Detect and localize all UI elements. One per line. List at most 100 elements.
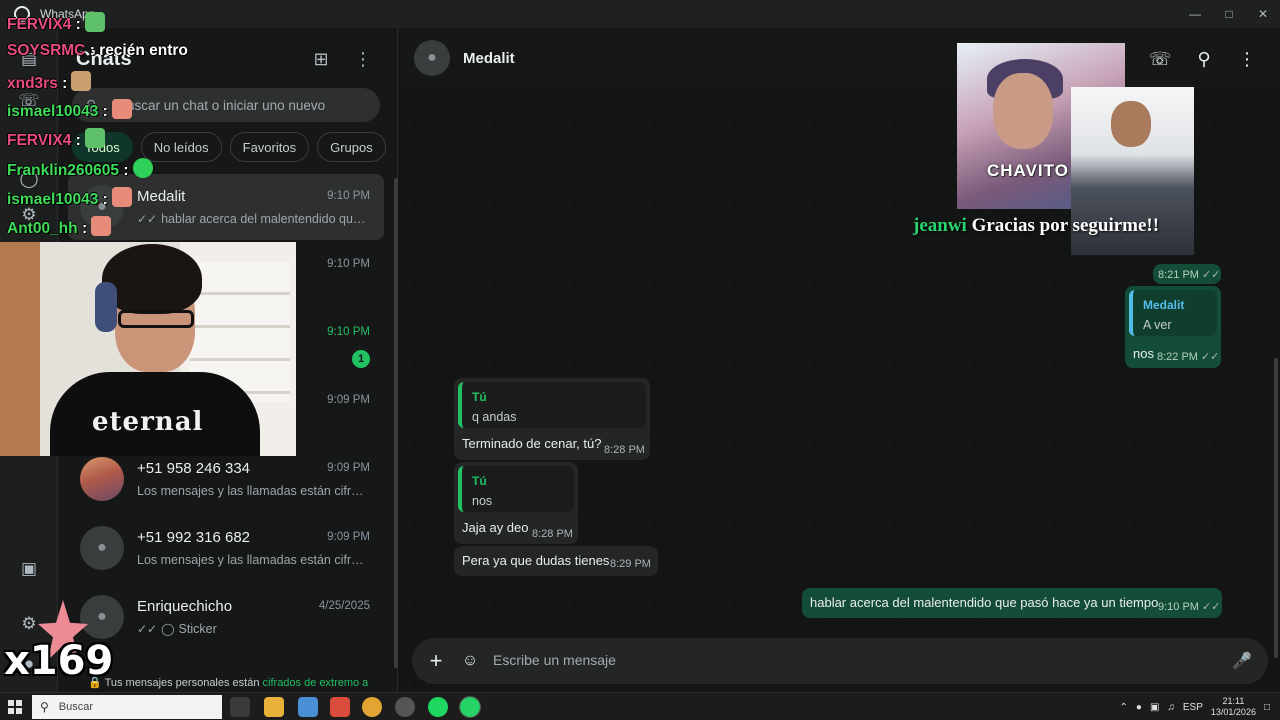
emote-icon — [111, 187, 132, 207]
avatar: ● — [80, 526, 124, 570]
obs-icon[interactable] — [395, 697, 415, 717]
minimize-button[interactable]: — — [1178, 0, 1212, 28]
double-check-icon: ✓✓ — [1201, 269, 1221, 281]
overlay-user: ismael10043 — [7, 103, 99, 120]
overlay-user: ismael10043 — [7, 191, 99, 208]
sticker-overlay: x169 — [0, 600, 113, 700]
follow-alert: CHAVITO jeanwi Gracias por seguirme!! — [913, 43, 1195, 255]
app-icon[interactable] — [330, 697, 350, 717]
message-text: Terminado de cenar, tú? — [462, 436, 602, 451]
message-time: 8:28 PM — [532, 528, 573, 540]
emote-icon — [111, 99, 132, 119]
close-button[interactable]: ✕ — [1246, 0, 1280, 28]
quote-author: Tú — [472, 390, 487, 404]
message-input[interactable]: Escribe un mensaje — [493, 652, 616, 668]
message-bubble-in[interactable]: Tú q andas Terminado de cenar, tú? 8:28 … — [454, 378, 650, 460]
filter-groups[interactable]: Grupos — [317, 132, 386, 162]
whatsapp-taskbar-icon[interactable] — [459, 696, 481, 718]
menu-icon[interactable]: ⋮ — [350, 46, 376, 72]
contact-avatar[interactable]: ● — [414, 40, 450, 76]
message-bubble-in[interactable]: Pera ya que dudas tienes 8:29 PM — [454, 546, 658, 576]
sticker-icon: ◯ — [161, 622, 175, 636]
chat-time: 9:10 PM — [327, 258, 370, 270]
app-icon[interactable] — [298, 697, 318, 717]
emote-icon — [132, 158, 153, 178]
chrome-icon[interactable] — [362, 697, 382, 717]
chat-item[interactable]: ● Enriquechicho 4/25/2025 ✓✓ ◯ Sticker — [68, 584, 384, 650]
start-button[interactable] — [8, 700, 22, 714]
message-text: nos — [1133, 346, 1154, 361]
overlay-chat-line: FERVIX4 : — [7, 12, 105, 34]
chat-name: +51 992 316 682 — [137, 529, 251, 546]
glasses-icon — [118, 310, 194, 328]
volume-icon[interactable]: ♫ — [1167, 702, 1175, 713]
overlay-chat-line: xnd3rs : — [7, 71, 92, 93]
quote-text: A ver — [1143, 318, 1172, 332]
spotify-icon[interactable] — [428, 697, 448, 717]
message-bubble-out[interactable]: hablar acerca del malentendido que pasó … — [802, 588, 1222, 618]
system-tray: ⌃ ● ▣ ♫ ESP 21:11 13/01/2026 □ — [1120, 693, 1271, 720]
chat-time: 9:10 PM — [327, 326, 370, 338]
chat-preview-text: Sticker — [178, 622, 217, 636]
message-time: 8:29 PM — [610, 558, 651, 570]
overlay-text: : — [102, 191, 108, 208]
chat-item[interactable]: ● +51 992 316 682 9:09 PM Los mensajes y… — [68, 515, 384, 581]
contact-name[interactable]: Medalit — [463, 50, 515, 67]
notifications-icon[interactable]: □ — [1264, 702, 1270, 713]
microphone-icon[interactable]: ● — [1136, 702, 1142, 713]
overlay-user: FERVIX4 — [7, 16, 72, 33]
taskbar-search[interactable]: ⚲ Buscar — [32, 695, 222, 719]
alert-photo-face — [993, 73, 1053, 149]
task-view-icon[interactable] — [230, 697, 250, 717]
message-time-text: 8:21 PM — [1158, 269, 1199, 281]
emote-icon — [84, 12, 105, 32]
chevron-up-icon[interactable]: ⌃ — [1120, 702, 1128, 713]
clock-date: 13/01/2026 — [1210, 707, 1256, 717]
chat-time: 9:09 PM — [327, 531, 370, 543]
message-bubble-out[interactable]: 8:21 PM ✓✓ — [1153, 264, 1221, 284]
chat-time: 9:09 PM — [327, 462, 370, 474]
encryption-link[interactable]: cifrados de extremo a — [263, 677, 369, 689]
filter-unread[interactable]: No leídos — [140, 132, 222, 162]
overlay-chat-line: FERVIX4 : — [7, 128, 105, 150]
alert-stamp: CHAVITO — [987, 161, 1069, 180]
conversation-scrollbar[interactable] — [1274, 358, 1278, 658]
chat-preview: ✓✓hablar acerca del malentendido que pas… — [137, 212, 369, 226]
streamer: eternal — [40, 242, 260, 456]
quote-text: q andas — [472, 410, 517, 424]
avatar — [80, 457, 124, 501]
search-icon: ⚲ — [40, 700, 49, 714]
encryption-note-text: Tus mensajes personales están — [104, 677, 260, 689]
file-explorer-icon[interactable] — [264, 697, 284, 717]
message-bubble-in[interactable]: Tú nos Jaja ay deo 8:28 PM — [454, 462, 578, 544]
chat-time: 9:09 PM — [327, 394, 370, 406]
emoji-icon[interactable]: ☺ — [458, 649, 482, 673]
message-composer[interactable]: + ☺ Escribe un mensaje 🎤 — [412, 638, 1268, 684]
emote-icon — [84, 128, 105, 148]
network-icon[interactable]: ▣ — [1150, 702, 1159, 713]
language-indicator[interactable]: ESP — [1183, 702, 1203, 713]
filter-favorites[interactable]: Favoritos — [229, 132, 310, 162]
search-placeholder: Buscar un chat o iniciar uno nuevo — [118, 97, 326, 113]
overlay-text: : — [75, 16, 81, 33]
overlay-user: SOYSRMC — [7, 42, 86, 59]
streamer-hair — [102, 244, 202, 314]
attach-icon[interactable]: + — [424, 648, 448, 673]
chat-time: 9:10 PM — [327, 190, 370, 202]
quoted-message[interactable]: Medalit A ver — [1129, 290, 1217, 336]
clock[interactable]: 21:11 13/01/2026 — [1211, 696, 1256, 718]
message-bubble-out[interactable]: Medalit A ver nos 8:22 PM ✓✓ — [1125, 286, 1221, 368]
media-icon[interactable]: ▣ — [18, 558, 40, 580]
overlay-chat-line: ismael10043 : — [7, 187, 132, 209]
chat-preview: Los mensajes y las llamadas están cifrad… — [137, 553, 369, 567]
quoted-message[interactable]: Tú q andas — [458, 382, 646, 428]
overlay-chat-line: Ant00_hh : — [7, 216, 112, 238]
microphone-icon[interactable]: 🎤 — [1230, 649, 1254, 673]
chat-name: Enriquechicho — [137, 598, 233, 615]
more-icon[interactable]: ⋮ — [1234, 46, 1260, 72]
taskbar: ⚲ Buscar ⌃ ● ▣ ♫ ESP 21:11 13/01/2026 □ — [0, 692, 1280, 720]
new-chat-icon[interactable]: ⊞ — [308, 46, 334, 72]
maximize-button[interactable]: □ — [1212, 0, 1246, 28]
quoted-message[interactable]: Tú nos — [458, 466, 574, 512]
alert-photo-face — [1111, 101, 1151, 147]
